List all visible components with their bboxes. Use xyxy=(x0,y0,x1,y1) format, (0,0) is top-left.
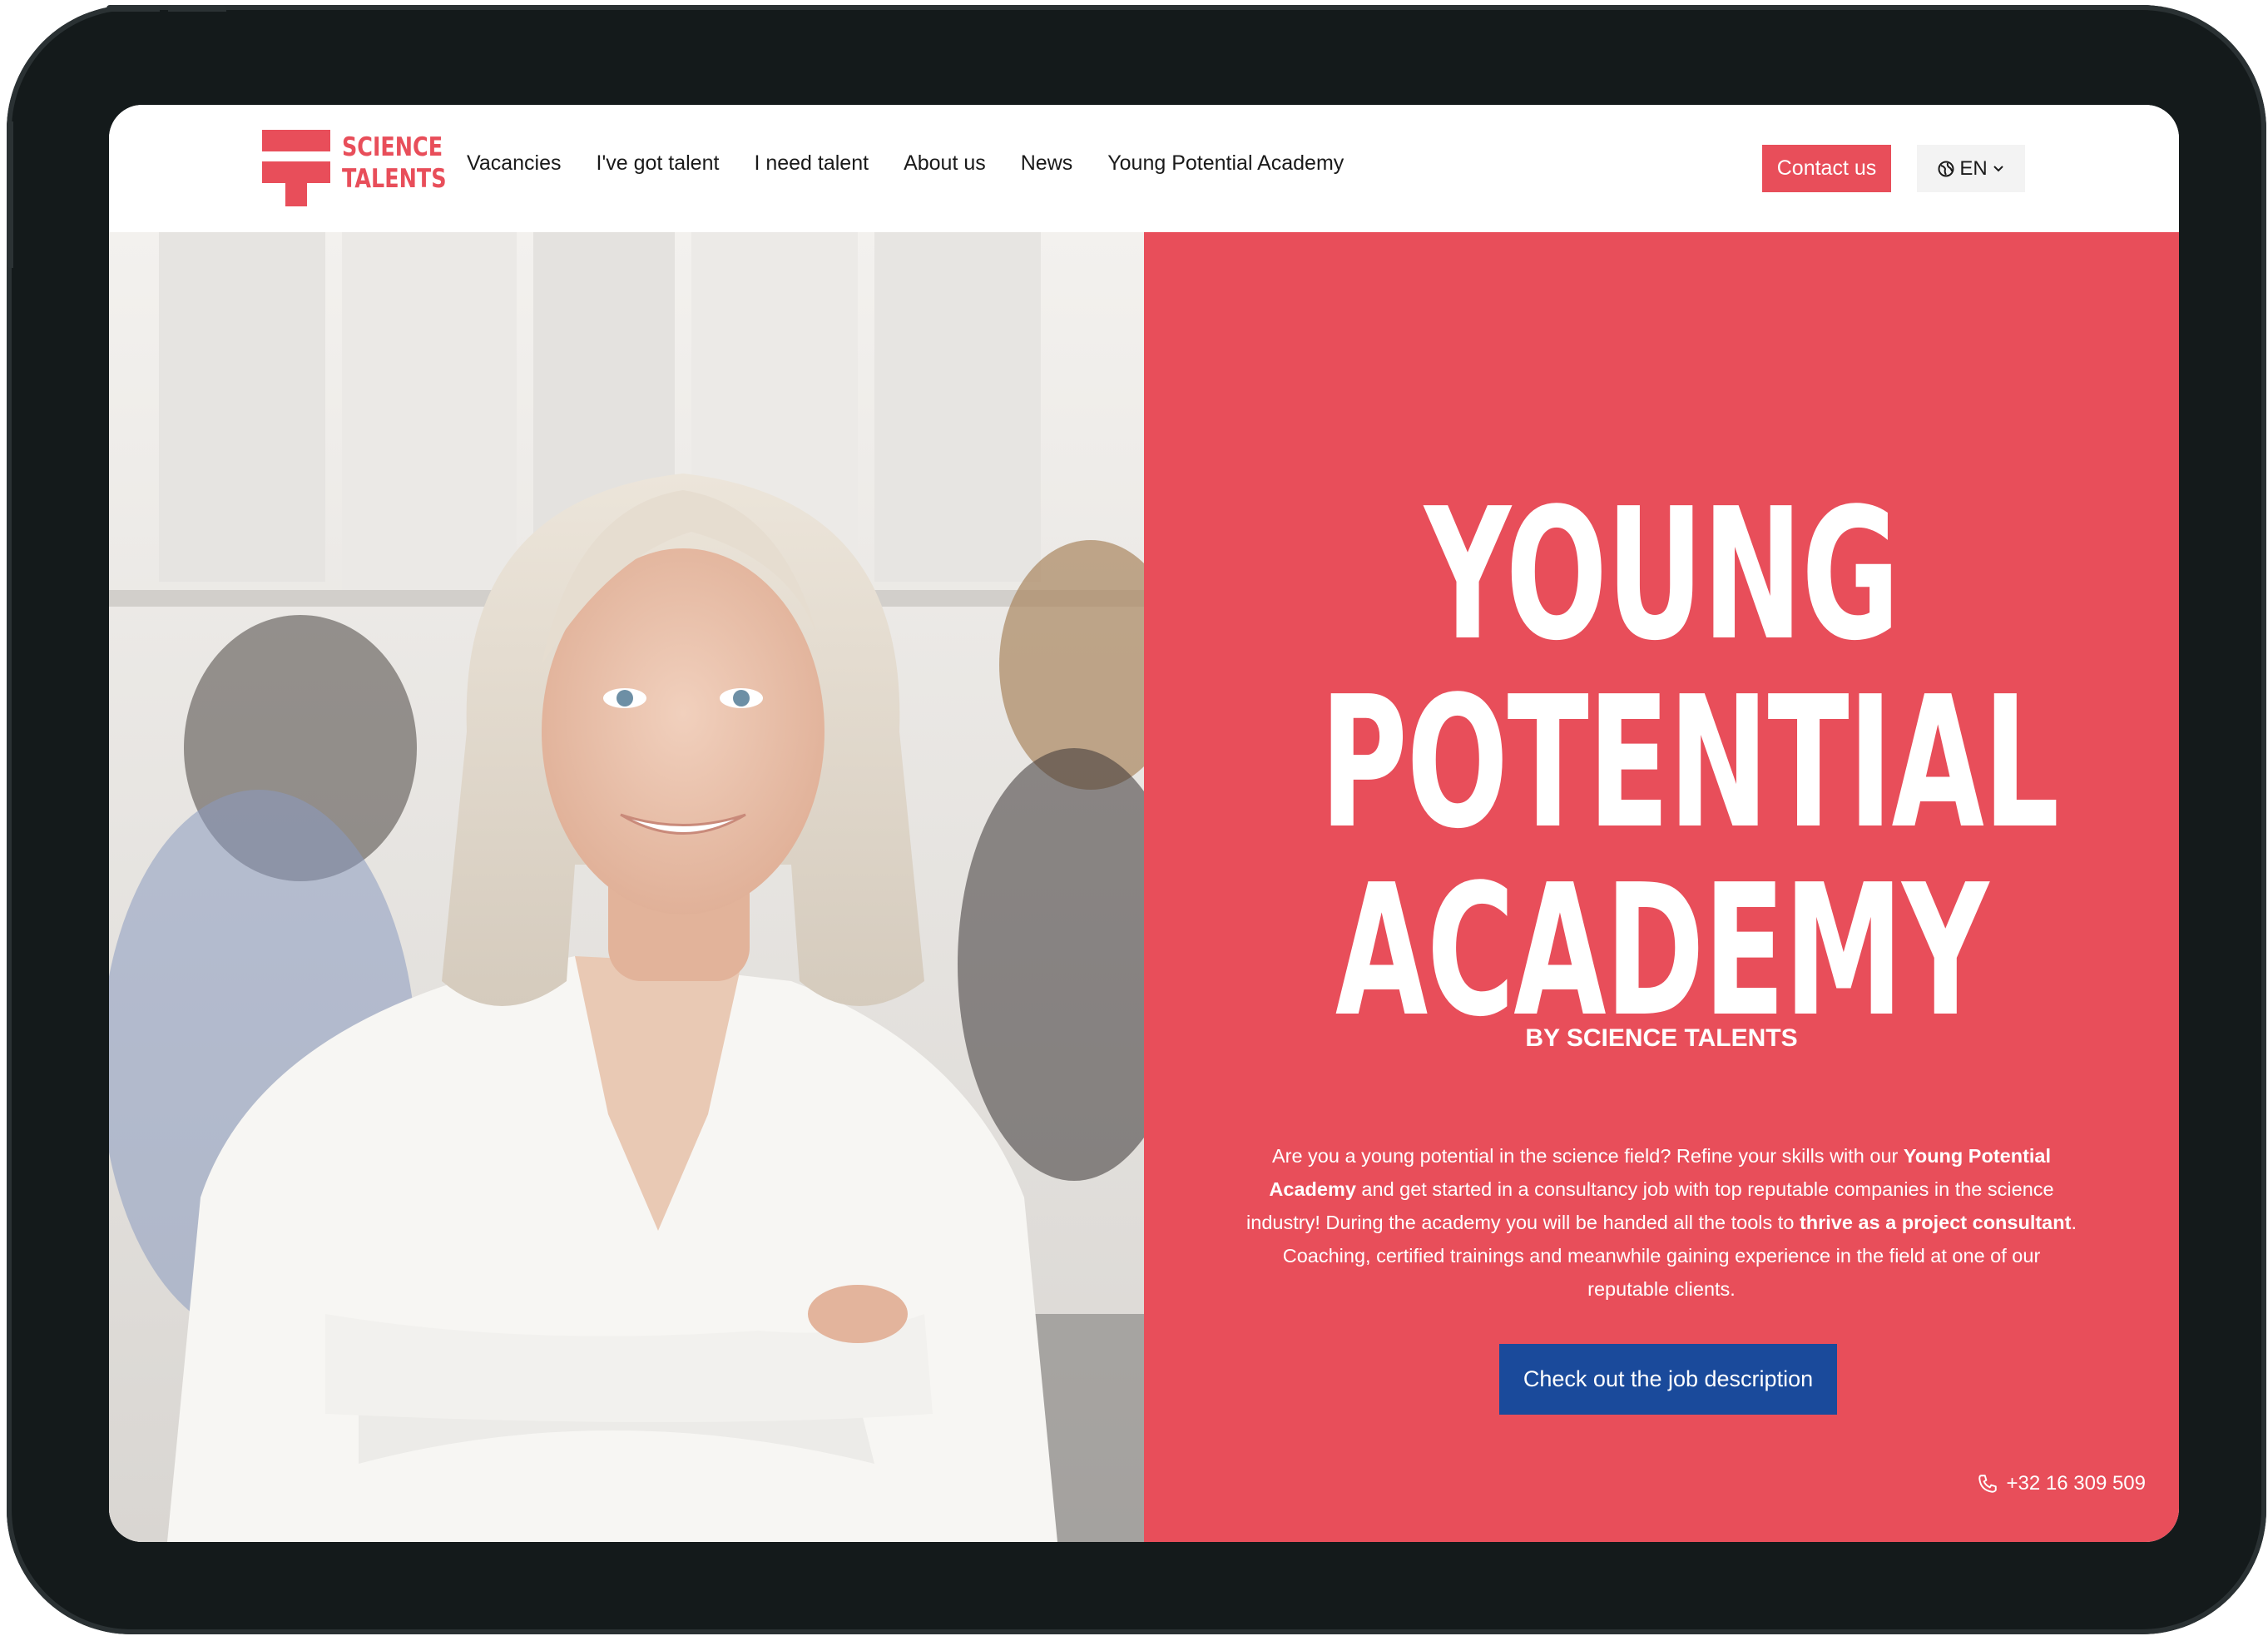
language-selector[interactable]: EN xyxy=(1917,145,2025,192)
paragraph-text: Are you a young potential in the science… xyxy=(1271,1145,1904,1167)
logo-text: SCIENCE TALENTS xyxy=(342,131,447,195)
nav-item-vacancies[interactable]: Vacancies xyxy=(467,151,562,176)
logo-line-2: TALENTS xyxy=(342,164,447,194)
hero-photo xyxy=(109,232,1144,1542)
phone-link[interactable]: +32 16 309 509 xyxy=(1977,1472,2147,1495)
phone-number: +32 16 309 509 xyxy=(2006,1472,2147,1495)
hero-subheadline: BY SCIENCE TALENTS xyxy=(1525,1024,1798,1052)
headline-line-2: POTENTIAL xyxy=(1320,658,2059,869)
headline-line-3: ACADEMY xyxy=(1335,846,1988,1057)
nav-item-young-potential-academy[interactable]: Young Potential Academy xyxy=(1107,151,1344,176)
nav-item-news[interactable]: News xyxy=(1021,151,1073,176)
nav-item-about-us[interactable]: About us xyxy=(904,151,986,176)
device-button xyxy=(7,121,13,268)
nav-item-ive-got-talent[interactable]: I've got talent xyxy=(597,151,720,176)
paragraph-bold: thrive as a project consultant xyxy=(1799,1212,2072,1233)
logo-line-1: SCIENCE xyxy=(342,132,443,162)
site-header: SCIENCE TALENTS Vacancies I've got talen… xyxy=(109,105,2179,232)
device-button xyxy=(168,5,226,12)
phone-icon xyxy=(1978,1475,1997,1493)
hero-photo-illustration xyxy=(109,232,1144,1542)
contact-us-button[interactable]: Contact us xyxy=(1762,145,1891,192)
tablet-frame: SCIENCE TALENTS Vacancies I've got talen… xyxy=(7,5,2266,1634)
hero-paragraph: Are you a young potential in the science… xyxy=(1241,1139,2082,1306)
chevron-down-icon xyxy=(1993,165,2003,171)
job-description-button[interactable]: Check out the job description xyxy=(1499,1344,1837,1415)
main-nav: Vacancies I've got talent I need talent … xyxy=(467,151,1379,176)
hero-headline: YOUNG POTENTIAL ACADEMY xyxy=(1320,470,2059,1057)
nav-item-i-need-talent[interactable]: I need talent xyxy=(754,151,869,176)
logo[interactable]: SCIENCE TALENTS xyxy=(262,130,447,206)
hero-panel: YOUNG POTENTIAL ACADEMY BY SCIENCE TALEN… xyxy=(1144,232,2179,1542)
logo-mark-icon xyxy=(262,130,330,206)
headline-line-1: YOUNG xyxy=(1424,470,1899,681)
globe-icon xyxy=(1938,161,1954,176)
screen: SCIENCE TALENTS Vacancies I've got talen… xyxy=(109,105,2179,1542)
language-label: EN xyxy=(1959,156,1988,180)
device-button xyxy=(106,5,160,12)
